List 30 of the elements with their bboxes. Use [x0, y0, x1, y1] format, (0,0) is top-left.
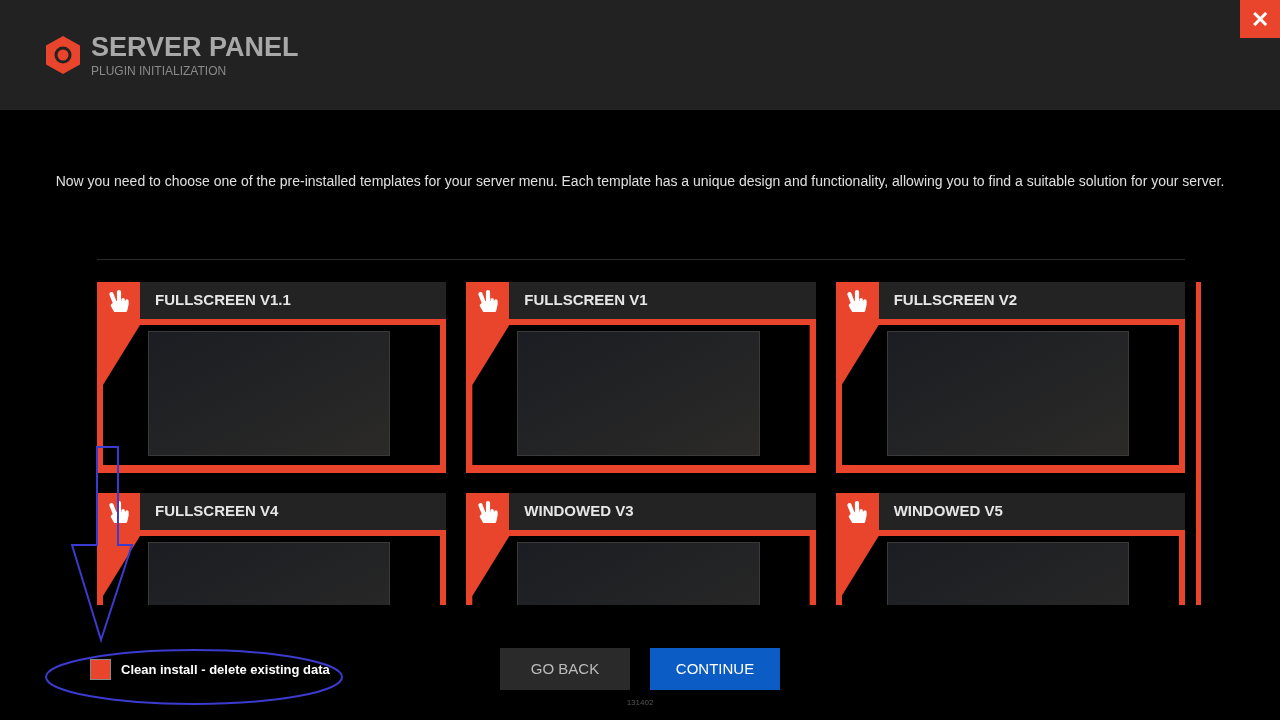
checkbox-square[interactable] [90, 659, 111, 680]
template-card[interactable]: FULLSCREEN V1 [466, 282, 816, 473]
template-title: FULLSCREEN V1.1 [155, 290, 291, 311]
version-number: 131402 [626, 697, 654, 709]
template-title: FULLSCREEN V1 [524, 290, 648, 311]
template-title: WINDOWED V5 [893, 501, 1003, 522]
template-card[interactable]: FULLSCREEN V1.1 [97, 282, 447, 473]
checkbox-label: Clean install - delete existing data [121, 660, 330, 679]
back-button[interactable]: GO BACK [500, 648, 630, 690]
hexagon-logo-icon [44, 35, 82, 75]
panel-title: SERVER PANEL [91, 30, 299, 64]
template-title: WINDOWED V3 [524, 501, 634, 522]
peace-hand-icon [476, 289, 499, 312]
template-card[interactable]: FULLSCREEN V4 [97, 493, 447, 605]
template-card[interactable]: WINDOWED V3 [466, 493, 816, 605]
close-button[interactable]: ✕ [1240, 0, 1280, 38]
clean-install-checkbox[interactable]: Clean install - delete existing data [90, 659, 330, 680]
peace-hand-icon [846, 289, 869, 312]
peace-hand-icon [107, 500, 130, 523]
peace-hand-icon [476, 500, 499, 523]
instruction-text: Now you need to choose one of the pre-installed templates for your server menu. Each template has a unique design and functionality, allowing you to find a suitable solution for your server. [54, 172, 1226, 191]
template-card[interactable]: FULLSCREEN V2 [835, 282, 1185, 473]
template-card[interactable]: WINDOWED V5 [835, 493, 1185, 605]
panel-subtitle: PLUGIN INITIALIZATION [91, 64, 228, 80]
peace-hand-icon [107, 289, 130, 312]
template-title: FULLSCREEN V2 [893, 290, 1017, 311]
peace-hand-icon [846, 500, 869, 523]
continue-button[interactable]: CONTINUE [650, 648, 780, 690]
scrollbar[interactable] [1196, 282, 1201, 605]
template-title: FULLSCREEN V4 [155, 501, 279, 522]
